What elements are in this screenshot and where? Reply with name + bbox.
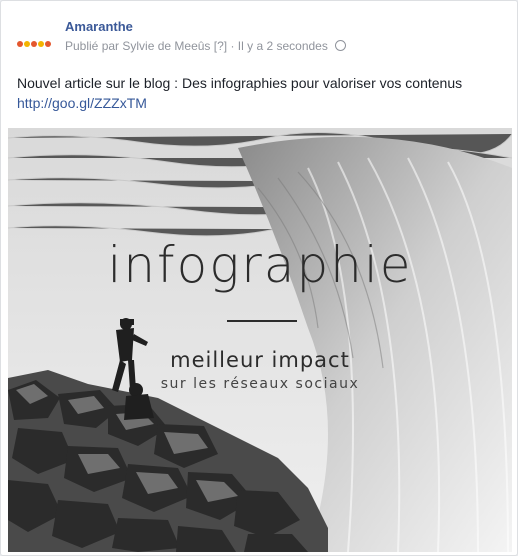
image-tagline: sur les réseaux sociaux [160, 376, 360, 392]
post-message: Nouvel article sur le blog : Des infogra… [17, 75, 463, 91]
globe-icon[interactable] [335, 40, 347, 51]
title-divider [227, 320, 297, 322]
meta-separator: · [230, 39, 235, 53]
image-title: infographie [107, 236, 413, 294]
post-link[interactable]: http://goo.gl/ZZZxTM [17, 93, 501, 113]
post-header: Amaranthe Publié par Sylvie de Meeûs [?]… [11, 15, 507, 67]
help-link[interactable]: [?] [214, 39, 227, 53]
post-body: Nouvel article sur le blog : Des infogra… [17, 73, 501, 113]
post-timestamp[interactable]: Il y a 2 secondes [238, 39, 328, 53]
waterfall-photo [8, 128, 512, 552]
page-avatar[interactable] [11, 21, 57, 67]
post-meta: Publié par Sylvie de Meeûs [?] · Il y a … [65, 39, 347, 53]
post-author[interactable]: Publié par Sylvie de Meeûs [65, 39, 210, 53]
post-card: Amaranthe Publié par Sylvie de Meeûs [?]… [0, 0, 518, 556]
post-image[interactable]: infographie meilleur impact sur les rése… [8, 128, 512, 552]
amaranthe-logo-icon [17, 41, 51, 47]
page-name-link[interactable]: Amaranthe [65, 19, 133, 34]
image-subtitle: meilleur impact [170, 348, 350, 372]
